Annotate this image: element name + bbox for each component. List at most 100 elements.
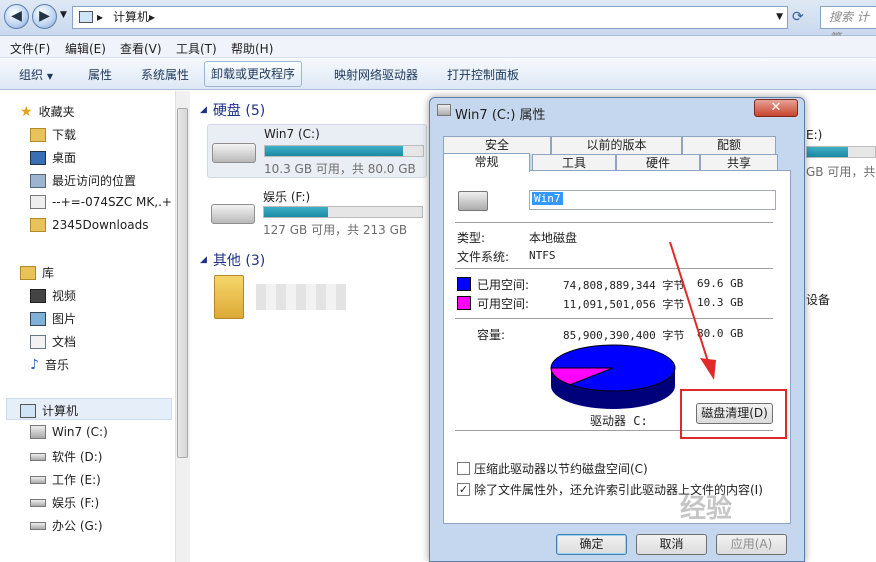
capacity-fill [264, 207, 328, 217]
capacity-bar [264, 145, 424, 157]
download-folder-icon [30, 127, 46, 142]
history-chevron-icon[interactable]: ▼ [60, 10, 67, 20]
dialog-title: Win7 (C:) 属性 [455, 108, 546, 123]
system-properties-button[interactable]: 系统属性 [141, 66, 189, 83]
disk-usage-pie [550, 344, 676, 409]
windows-drive-icon [458, 191, 488, 211]
breadcrumb[interactable]: 计算机 [113, 10, 149, 24]
address-input[interactable]: ▸ 计算机 ▸ ▼ [72, 6, 788, 29]
nav-drive-e[interactable]: 工作 (E:) [30, 471, 101, 488]
menu-file[interactable]: 文件(F) [10, 40, 50, 57]
drive-icon [30, 521, 46, 530]
address-bar-area: ◀ ▶ ▼ ▸ 计算机 ▸ ▼ ⟳ 搜索 计算 [0, 0, 876, 45]
nav-drive-g[interactable]: 办公 (G:) [30, 517, 103, 534]
music-icon: ♪ [30, 356, 39, 373]
search-input[interactable]: 搜索 计算 [820, 6, 876, 45]
map-drive-button[interactable]: 映射网络驱动器 [334, 66, 418, 83]
group-header-hdd[interactable]: ◢ 硬盘 (5) [200, 100, 265, 120]
forward-icon[interactable]: ▶ [32, 4, 57, 29]
nav-drive-d[interactable]: 软件 (D:) [30, 448, 102, 465]
dropdown-icon: ▼ [46, 72, 53, 81]
nav-drive-c[interactable]: Win7 (C:) [30, 425, 108, 439]
tab-security[interactable]: 安全 [443, 136, 551, 154]
star-icon: ★ [20, 103, 33, 120]
group-header-other[interactable]: ◢ 其他 (3) [200, 250, 265, 270]
filesystem-label: 文件系统: [457, 250, 510, 264]
properties-button[interactable]: 属性 [88, 66, 112, 83]
free-space-label: 可用空间: [477, 297, 530, 311]
arrow-head [700, 358, 716, 380]
type-value: 本地磁盘 [529, 231, 578, 245]
tab-general[interactable]: 常规 [443, 153, 530, 172]
refresh-icon[interactable]: ⟳ [792, 9, 804, 25]
compress-label: 压缩此驱动器以节约磁盘空间(C) [474, 462, 648, 476]
nav-item-documents[interactable]: 文档 [30, 333, 76, 350]
used-space-swatch [457, 277, 471, 291]
nav-computer[interactable]: 计算机 [20, 402, 78, 419]
nav-item-desktop[interactable]: 桌面 [30, 149, 76, 166]
menu-help[interactable]: 帮助(H) [231, 40, 273, 57]
menu-bar: 文件(F) 编辑(E) 查看(V) 工具(T) 帮助(H) [0, 36, 876, 58]
device-label: 设备 [806, 293, 831, 307]
capacity-fill [807, 147, 848, 157]
desktop-icon [30, 150, 46, 165]
drive-tile-c[interactable]: Win7 (C:) 10.3 GB 可用，共 80.0 GB [207, 124, 427, 178]
menu-tools[interactable]: 工具(T) [176, 40, 217, 57]
document-icon [30, 334, 46, 349]
menu-edit[interactable]: 编辑(E) [65, 40, 106, 57]
highlight-box [680, 389, 787, 439]
blurred-item-label [256, 284, 346, 310]
navigation-pane [0, 91, 190, 562]
apply-button[interactable]: 应用(A) [716, 534, 787, 555]
breadcrumb-arrow-icon: ▸ [149, 10, 156, 24]
computer-icon [20, 403, 36, 418]
tab-quota[interactable]: 配额 [682, 136, 776, 154]
command-bar: 组织 ▼ 属性 系统属性 卸载或更改程序 映射网络驱动器 打开控制面板 [0, 58, 876, 90]
recent-places-icon [30, 173, 46, 188]
collapse-icon: ◢ [200, 105, 207, 115]
arrow-shaft [669, 241, 711, 369]
nav-drive-f[interactable]: 娱乐 (F:) [30, 494, 99, 511]
index-checkbox[interactable]: ✓ [457, 483, 470, 496]
address-dropdown-icon[interactable]: ▼ [776, 7, 783, 28]
tab-previous-versions[interactable]: 以前的版本 [551, 136, 682, 154]
cancel-button[interactable]: 取消 [636, 534, 707, 555]
computer-icon [79, 11, 93, 23]
nav-item-music[interactable]: ♪ 音乐 [30, 356, 69, 373]
windows-drive-icon [30, 425, 46, 439]
nav-favorites[interactable]: ★ 收藏夹 [20, 103, 75, 120]
annotation-arrow [669, 241, 716, 380]
free-space-swatch [457, 296, 471, 310]
drive-tile-f[interactable]: 娱乐 (F:) 127 GB 可用，共 213 GB [207, 186, 427, 240]
control-panel-button[interactable]: 打开控制面板 [447, 66, 519, 83]
separator [455, 268, 773, 269]
uninstall-button[interactable]: 卸载或更改程序 [204, 61, 303, 87]
folder-icon[interactable] [214, 275, 244, 319]
nav-item-2345downloads[interactable]: 2345Downloads [30, 218, 148, 232]
shortcut-icon [30, 195, 46, 209]
drive-name-input[interactable]: Win7 [529, 190, 776, 210]
compress-checkbox[interactable] [457, 462, 470, 475]
watermark-text: 经验 [680, 494, 733, 524]
nav-item-recent[interactable]: 最近访问的位置 [30, 172, 136, 189]
breadcrumb-arrow-icon: ▸ [97, 10, 104, 24]
drive-icon [30, 498, 46, 507]
menu-view[interactable]: 查看(V) [120, 40, 162, 57]
nav-scrollbar-thumb[interactable] [177, 108, 188, 458]
nav-item-shortcut[interactable]: --+=-074SZC MK,.+ [30, 195, 172, 209]
back-icon[interactable]: ◀ [4, 4, 29, 29]
drive-icon [437, 104, 451, 116]
nav-libraries[interactable]: 库 [20, 264, 54, 281]
nav-item-pictures[interactable]: 图片 [30, 310, 76, 327]
ok-button[interactable]: 确定 [556, 534, 627, 555]
drive-tile-e-name[interactable]: E:) [806, 128, 822, 142]
folder-icon [30, 218, 46, 232]
capacity-bar [263, 206, 423, 218]
organize-button[interactable]: 组织 ▼ [19, 66, 53, 83]
separator [455, 318, 773, 319]
nav-item-downloads[interactable]: 下载 [30, 126, 76, 143]
drive-letter-label: 驱动器 C: [590, 414, 648, 428]
nav-item-videos[interactable]: 视频 [30, 287, 76, 304]
capacity-fill [265, 146, 403, 156]
close-button[interactable]: ✕ [754, 99, 798, 117]
